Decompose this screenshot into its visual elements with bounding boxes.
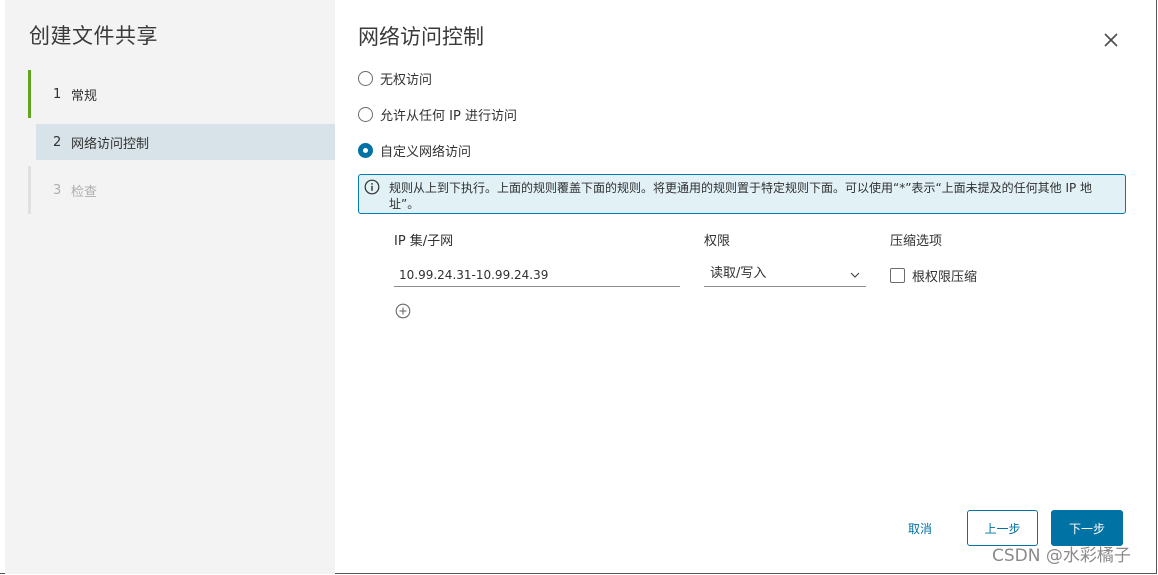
root-squash-checkbox[interactable]	[890, 268, 905, 283]
step-review: 3 检查	[28, 166, 335, 214]
step-network-access[interactable]: 2 网络访问控制	[36, 124, 335, 160]
step-general[interactable]: 1 常规	[28, 70, 335, 118]
radio-no-access[interactable]: 无权访问	[358, 69, 432, 88]
step-number: 2	[53, 134, 62, 150]
info-icon	[364, 179, 380, 195]
radio-button-selected[interactable]	[358, 143, 373, 158]
column-permission-header: 权限	[704, 234, 731, 249]
permission-select[interactable]: 读取/写入	[704, 263, 866, 287]
radio-label: 允许从任何 IP 进行访问	[380, 109, 517, 124]
step-label: 常规	[71, 88, 98, 104]
cancel-button[interactable]: 取消	[895, 510, 945, 546]
wizard-steps: 1 常规 2 网络访问控制 3 检查	[28, 70, 335, 214]
step-number: 3	[53, 182, 62, 198]
wizard-title: 创建文件共享	[29, 24, 158, 48]
page-title: 网络访问控制	[358, 25, 484, 49]
step-number: 1	[53, 86, 62, 102]
column-squash-header: 压缩选项	[890, 234, 943, 249]
root-squash-checkbox-row[interactable]: 根权限压缩	[890, 266, 977, 285]
info-text: 规则从上到下执行。上面的规则覆盖下面的规则。将更通用的规则置于特定规则下面。可以…	[389, 181, 1093, 211]
root-squash-label: 根权限压缩	[912, 270, 978, 285]
add-rule-icon[interactable]	[395, 303, 411, 319]
radio-label: 无权访问	[380, 73, 433, 88]
radio-allow-any-ip[interactable]: 允许从任何 IP 进行访问	[358, 105, 517, 124]
main-panel: 网络访问控制 无权访问 允许从任何 IP 进行访问 自定义网络访问 规则从上到下…	[335, 0, 1157, 574]
close-icon[interactable]	[1099, 28, 1123, 52]
chevron-down-icon	[850, 272, 860, 278]
column-ip-header: IP 集/子网	[394, 234, 454, 249]
create-file-share-dialog: 创建文件共享 1 常规 2 网络访问控制 3 检查 网络访问控制 无权访问 允许…	[0, 0, 1157, 574]
step-label: 检查	[71, 184, 98, 200]
permission-value: 读取/写入	[710, 266, 767, 281]
step-label: 网络访问控制	[71, 136, 150, 152]
ip-subnet-input[interactable]	[394, 263, 680, 287]
info-alert: 规则从上到下执行。上面的规则覆盖下面的规则。将更通用的规则置于特定规则下面。可以…	[358, 174, 1126, 214]
radio-button[interactable]	[358, 107, 373, 122]
radio-custom-access[interactable]: 自定义网络访问	[358, 141, 471, 160]
watermark: CSDN @水彩橘子	[992, 546, 1131, 566]
radio-button[interactable]	[358, 71, 373, 86]
wizard-nav: 创建文件共享 1 常规 2 网络访问控制 3 检查	[5, 0, 335, 574]
radio-label: 自定义网络访问	[380, 145, 472, 160]
